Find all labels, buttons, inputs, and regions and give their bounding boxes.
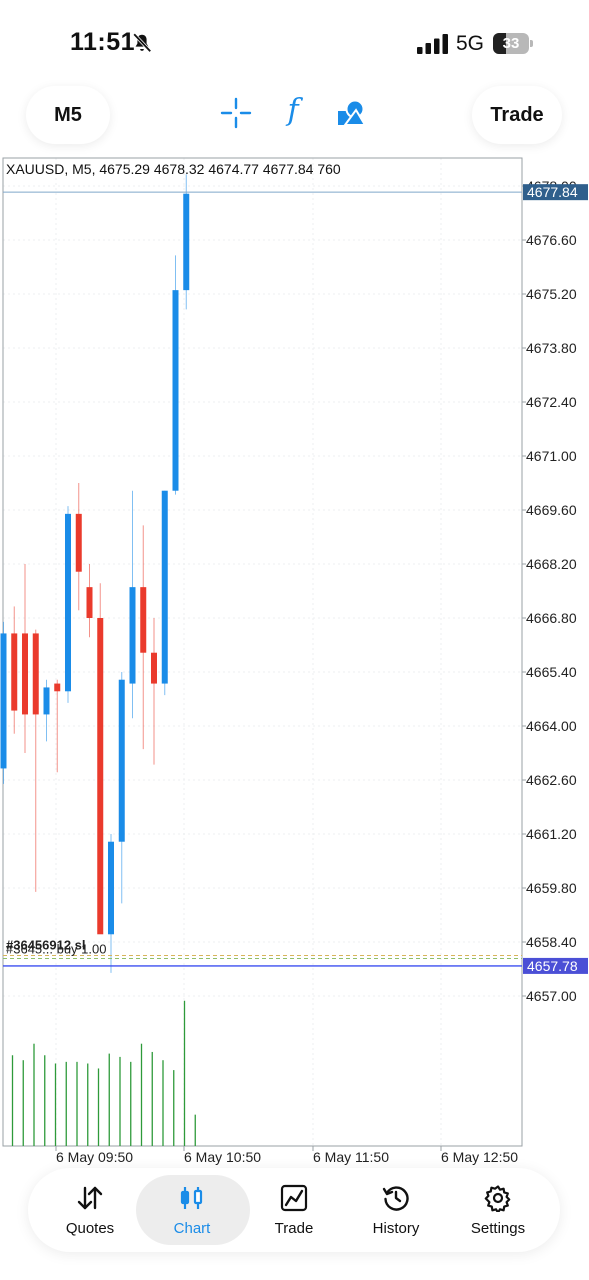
time-label: 6 May 11:50 — [313, 1149, 389, 1165]
nav-trade[interactable]: Trade — [242, 1168, 346, 1252]
candle — [129, 490, 136, 719]
crosshair-icon[interactable] — [220, 97, 252, 129]
nav-trade-label: Trade — [274, 1220, 314, 1237]
last-price-label: 4677.84 — [527, 184, 578, 200]
trade-button[interactable]: Trade — [472, 86, 562, 144]
price-label: 4657.00 — [526, 988, 577, 1004]
chart-frame — [2, 157, 523, 1147]
settings-icon — [484, 1185, 511, 1212]
candle-body — [65, 513, 71, 692]
price-label: 4666.80 — [526, 610, 577, 626]
bid-price-label: 4657.78 — [527, 958, 578, 974]
objects-icon[interactable] — [335, 97, 367, 129]
candle — [172, 255, 179, 495]
candle — [140, 525, 147, 750]
chart-icon — [180, 1187, 203, 1209]
candle — [11, 606, 18, 734]
nav-history[interactable]: History — [344, 1168, 448, 1252]
bottom-nav: Quotes Chart Trade History Settings — [28, 1168, 560, 1252]
price-label: 4676.60 — [526, 232, 577, 248]
candle-body — [11, 633, 18, 711]
candle-body — [118, 679, 125, 842]
nav-quotes[interactable]: Quotes — [38, 1168, 142, 1252]
time-label: 6 May 12:50 — [441, 1149, 518, 1165]
nav-settings-label: Settings — [470, 1220, 526, 1237]
candle-body — [129, 587, 136, 684]
time-label: 6 May 09:50 — [56, 1149, 133, 1165]
timeframe-button[interactable]: M5 — [26, 86, 110, 144]
status-bar: 11:51 5G 33 — [0, 0, 589, 80]
time-label: 6 May 10:50 — [184, 1149, 261, 1165]
candle — [108, 834, 114, 973]
chart-canvas[interactable]: XAUUSD, M5, 4675.29 4678.32 4674.77 4677… — [0, 156, 589, 1168]
price-label: 4661.20 — [526, 826, 577, 842]
candle-body — [183, 193, 190, 291]
candle — [118, 672, 125, 904]
candle — [32, 629, 39, 892]
price-label: 4662.60 — [526, 772, 577, 788]
battery-icon: 33 — [493, 33, 535, 54]
candle — [43, 679, 50, 742]
candle — [86, 564, 93, 638]
candle-body — [97, 618, 104, 935]
price-label: 4669.60 — [526, 502, 577, 518]
chart-toolbar: M5 f Trade — [0, 80, 589, 154]
volume-layer — [11, 1000, 196, 1146]
candle — [151, 618, 157, 765]
candle — [75, 483, 82, 611]
candle — [65, 506, 71, 703]
price-label: 4671.00 — [526, 448, 577, 464]
candle — [161, 490, 168, 696]
history-icon — [382, 1186, 409, 1211]
sl-label: #36456912 sl — [6, 938, 86, 953]
price-label: 4664.00 — [526, 718, 577, 734]
candle-body — [75, 513, 82, 572]
price-label: 4659.80 — [526, 880, 577, 896]
nav-settings[interactable]: Settings — [446, 1168, 550, 1252]
price-chart[interactable]: XAUUSD, M5, 4675.29 4678.32 4674.77 4677… — [0, 156, 589, 1168]
candle-body — [54, 683, 61, 692]
price-label: 4673.80 — [526, 340, 577, 356]
price-label: 4672.40 — [526, 394, 577, 410]
trade-icon — [280, 1184, 308, 1212]
nav-history-label: History — [372, 1220, 420, 1237]
nav-quotes-label: Quotes — [65, 1220, 115, 1237]
candle-body — [151, 652, 157, 684]
chart-grid — [3, 158, 522, 1146]
battery-level: 33 — [502, 35, 520, 52]
candle-body — [86, 587, 93, 618]
function-icon[interactable]: f — [277, 93, 309, 128]
network-type: 5G — [456, 32, 485, 55]
signal-icon — [417, 34, 448, 54]
candle — [183, 174, 190, 310]
candle-body — [0, 633, 7, 769]
candle-body — [32, 633, 39, 715]
time-axis: 6 May 09:50 6 May 10:50 6 May 11:50 6 May 1… — [55, 1146, 518, 1165]
price-label: 4665.40 — [526, 664, 577, 680]
candle-body — [43, 687, 50, 715]
candle-body — [172, 290, 179, 491]
candle — [97, 583, 104, 935]
candle-body — [108, 841, 114, 935]
candle — [0, 621, 7, 784]
nav-chart-label: Chart — [173, 1220, 211, 1237]
quotes-icon — [77, 1186, 103, 1210]
price-axis: 4678.004676.604675.204673.804672.404671.… — [522, 178, 577, 1004]
status-time: 11:51 — [70, 28, 136, 56]
candle-body — [161, 490, 168, 684]
price-label: 4668.20 — [526, 556, 577, 572]
price-label: 4658.40 — [526, 934, 577, 950]
candle-body — [140, 587, 147, 653]
price-label: 4675.20 — [526, 286, 577, 302]
price-lines: #3645... buy 1.00#36456912 sl4657.784677… — [3, 184, 588, 974]
bell-slash-icon — [133, 33, 152, 53]
candle — [22, 564, 28, 753]
candle-body — [22, 633, 28, 715]
symbol-info: XAUUSD, M5, 4675.29 4678.32 4674.77 4677… — [6, 161, 341, 177]
nav-chart[interactable]: Chart — [134, 1168, 250, 1252]
